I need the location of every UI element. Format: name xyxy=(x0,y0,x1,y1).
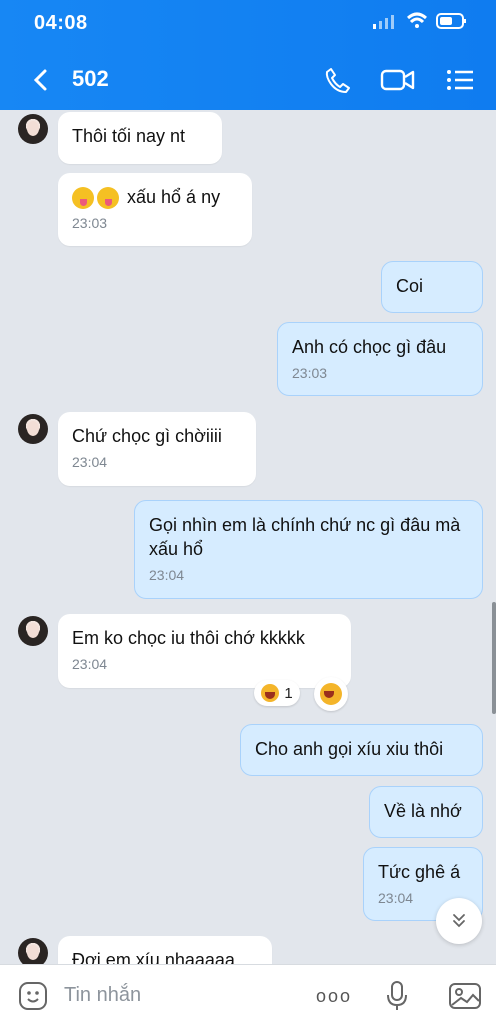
add-reaction-button[interactable] xyxy=(314,677,348,711)
message-time: 23:04 xyxy=(149,567,185,583)
message-bubble[interactable]: Anh có chọc gì đâu 23:03 xyxy=(277,322,483,396)
message-bubble[interactable]: Thôi tối nay nt xyxy=(58,112,222,164)
back-button[interactable] xyxy=(22,62,58,98)
phone-icon xyxy=(325,68,350,93)
composer: Tin nhắn ooo xyxy=(0,964,496,1025)
conversation-title[interactable]: 502 xyxy=(72,66,109,92)
more-button[interactable]: ooo xyxy=(314,979,354,1013)
message-bubble[interactable]: xấu hổ á ny 23:03 xyxy=(58,173,252,246)
voice-button[interactable] xyxy=(380,979,414,1013)
image-button[interactable] xyxy=(448,979,482,1013)
message-time: 23:03 xyxy=(292,365,328,381)
battery-icon xyxy=(436,12,468,35)
message-time: 23:04 xyxy=(72,454,108,470)
tongue-emoji-icon xyxy=(72,187,94,210)
message-text: Cho anh gọi xíu xiu thôi xyxy=(255,739,444,759)
scroll-to-bottom-button[interactable] xyxy=(436,898,482,944)
message-bubble[interactable]: Cho anh gọi xíu xiu thôi xyxy=(240,724,483,776)
message-text: xấu hổ á ny xyxy=(127,187,221,207)
scrollbar[interactable] xyxy=(492,602,496,714)
message-bubble[interactable]: Em ko chọc iu thôi chớ kkkkk 23:04 xyxy=(58,614,351,688)
message-text: Coi xyxy=(396,276,424,296)
laugh-emoji-icon xyxy=(320,683,342,705)
message-text: Gọi nhìn em là chính chứ nc gì đâu mà xấ… xyxy=(149,515,461,559)
avatar[interactable] xyxy=(18,938,48,964)
chat-header: 04:08 502 xyxy=(0,0,496,110)
status-time: 04:08 xyxy=(34,12,88,34)
message-time: 23:03 xyxy=(72,215,108,232)
mic-icon xyxy=(387,981,407,1010)
reaction-badge[interactable]: 1 xyxy=(254,680,300,706)
back-icon xyxy=(33,69,47,91)
avatar[interactable] xyxy=(18,114,48,144)
sticker-button[interactable] xyxy=(16,979,50,1013)
message-text: Về là nhớ xyxy=(384,801,462,821)
video-icon xyxy=(380,69,415,91)
tongue-emoji-icon xyxy=(97,187,119,210)
message-bubble[interactable]: Chứ chọc gì chờiiii 23:04 xyxy=(58,412,256,486)
message-text: Tức ghê á xyxy=(378,862,461,882)
avatar[interactable] xyxy=(18,616,48,646)
message-text: Chứ chọc gì chờiiii xyxy=(72,426,222,446)
sticker-icon xyxy=(19,982,47,1010)
message-bubble[interactable]: Coi xyxy=(381,261,483,313)
message-input[interactable]: Tin nhắn xyxy=(64,984,141,1007)
message-list[interactable]: Thôi tối nay nt xấu hổ á ny 23:03 Coi An… xyxy=(0,110,496,964)
message-text: Anh có chọc gì đâu xyxy=(292,337,447,357)
message-time: 23:04 xyxy=(72,656,108,672)
message-bubble[interactable]: Gọi nhìn em là chính chứ nc gì đâu mà xấ… xyxy=(134,500,483,599)
status-icons xyxy=(372,12,468,35)
call-button[interactable] xyxy=(320,62,356,98)
wifi-icon xyxy=(406,12,428,35)
list-icon xyxy=(447,70,473,90)
message-bubble[interactable]: Đợi em xíu nhaaaaa xyxy=(58,936,272,964)
chevron-down-icon xyxy=(453,914,465,928)
avatar[interactable] xyxy=(18,414,48,444)
reaction-count: 1 xyxy=(284,684,293,702)
menu-button[interactable] xyxy=(442,62,478,98)
message-text: Thôi tối nay nt xyxy=(72,126,186,146)
message-bubble[interactable]: Về là nhớ xyxy=(369,786,483,838)
video-call-button[interactable] xyxy=(380,62,416,98)
laugh-emoji-icon xyxy=(261,684,280,702)
message-text: Em ko chọc iu thôi chớ kkkkk xyxy=(72,628,305,648)
message-text: Đợi em xíu nhaaaaa xyxy=(72,950,235,964)
signal-icon xyxy=(372,12,398,35)
image-icon xyxy=(449,983,481,1009)
